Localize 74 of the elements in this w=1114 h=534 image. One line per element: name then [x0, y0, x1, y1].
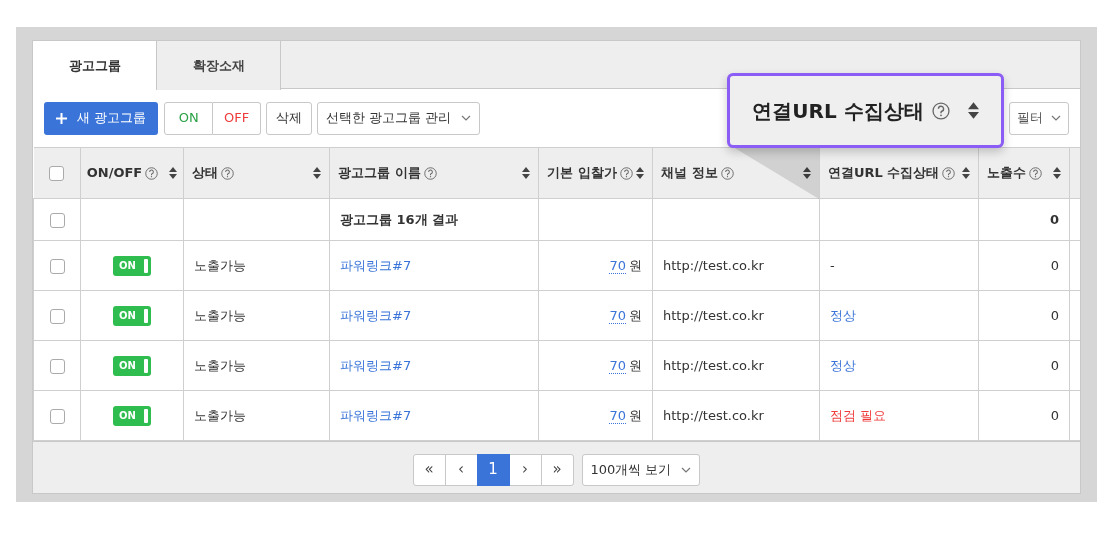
table-cell: 노출가능	[194, 257, 246, 273]
sort-icon[interactable]	[313, 167, 321, 179]
plus-icon	[56, 112, 67, 124]
caret-icon	[1051, 115, 1061, 121]
page-button[interactable]: 1	[476, 453, 510, 486]
manage-dropdown[interactable]: 선택한 광고그룹 관리	[317, 101, 481, 135]
help-icon[interactable]	[931, 101, 950, 120]
url-status: 정상	[830, 307, 856, 323]
page-button[interactable]: ‹	[444, 453, 478, 486]
page-button[interactable]: »	[540, 453, 574, 486]
table-cell: 노출가능	[194, 357, 246, 373]
sort-icon[interactable]	[967, 102, 979, 119]
table-cell: 노출가능	[194, 307, 246, 323]
tab[interactable]: 확장소재	[157, 41, 281, 90]
checkbox[interactable]	[49, 166, 65, 182]
page-button[interactable]: ›	[508, 453, 542, 486]
summary-label: 광고그룹 16개 결과	[340, 211, 459, 227]
url-status: -	[830, 257, 835, 273]
sort-icon[interactable]	[522, 167, 530, 179]
callout-label: 연결URL 수집상태	[752, 97, 924, 125]
adgroup-link[interactable]: 파워링크#7	[340, 257, 412, 273]
bid-link[interactable]: 70	[609, 357, 626, 374]
sort-icon[interactable]	[962, 167, 970, 179]
help-icon[interactable]	[423, 166, 437, 180]
table-cell: 0	[1050, 357, 1059, 373]
adgroup-link[interactable]: 파워링크#7	[340, 307, 412, 323]
new-adgroup-button[interactable]: 새 광고그룹	[44, 101, 159, 135]
checkbox[interactable]	[49, 308, 65, 324]
adgroup-link[interactable]: 파워링크#7	[340, 407, 412, 423]
page-button[interactable]: «	[412, 453, 446, 486]
table-cell: 노출가능	[194, 407, 246, 423]
column-header[interactable]: 노출수	[987, 163, 1026, 183]
sort-icon[interactable]	[1053, 167, 1061, 179]
help-icon[interactable]	[942, 166, 956, 180]
help-icon[interactable]	[1029, 166, 1042, 180]
checkbox[interactable]	[49, 212, 65, 228]
caret-icon	[681, 466, 692, 473]
table-cell: http://test.co.kr	[663, 357, 764, 373]
checkbox[interactable]	[49, 408, 65, 424]
off-button[interactable]: OFF	[213, 101, 262, 135]
table-cell: 0	[1050, 407, 1059, 423]
checkbox[interactable]	[49, 258, 65, 274]
help-icon[interactable]	[619, 166, 633, 180]
filter-dropdown[interactable]: 필터	[1009, 101, 1069, 135]
unit-label: 원	[629, 357, 642, 373]
column-header[interactable]: 상태	[192, 163, 218, 183]
checkbox[interactable]	[49, 358, 65, 374]
help-icon[interactable]	[145, 166, 159, 180]
adgroup-link[interactable]: 파워링크#7	[340, 357, 412, 373]
caret-icon	[461, 115, 472, 121]
sort-icon[interactable]	[169, 167, 178, 179]
column-header[interactable]: 채널 정보	[661, 163, 718, 183]
help-icon[interactable]	[221, 166, 234, 180]
table-cell: 0	[1050, 307, 1059, 323]
tab[interactable]: 광고그룹	[33, 41, 157, 90]
table-cell: http://test.co.kr	[663, 257, 764, 273]
column-header[interactable]: 광고그룹 이름	[338, 163, 421, 183]
unit-label: 원	[629, 257, 642, 273]
help-icon[interactable]	[720, 166, 734, 180]
unit-label: 원	[629, 407, 642, 423]
table-cell: 0	[1049, 211, 1059, 227]
table-cell: http://test.co.kr	[663, 407, 764, 423]
url-status: 점검 필요	[830, 407, 887, 423]
sort-icon[interactable]	[803, 167, 811, 179]
bid-link[interactable]: 70	[609, 257, 626, 274]
page-size-dropdown[interactable]: 100개씩 보기	[581, 453, 701, 486]
unit-label: 원	[629, 307, 642, 323]
table-cell: 0	[1050, 257, 1059, 273]
table-cell: http://test.co.kr	[663, 307, 764, 323]
bid-link[interactable]: 70	[609, 407, 626, 424]
sort-icon[interactable]	[636, 167, 644, 179]
bid-link[interactable]: 70	[609, 307, 626, 324]
delete-button[interactable]: 삭제	[266, 101, 313, 135]
url-status: 정상	[830, 357, 856, 373]
